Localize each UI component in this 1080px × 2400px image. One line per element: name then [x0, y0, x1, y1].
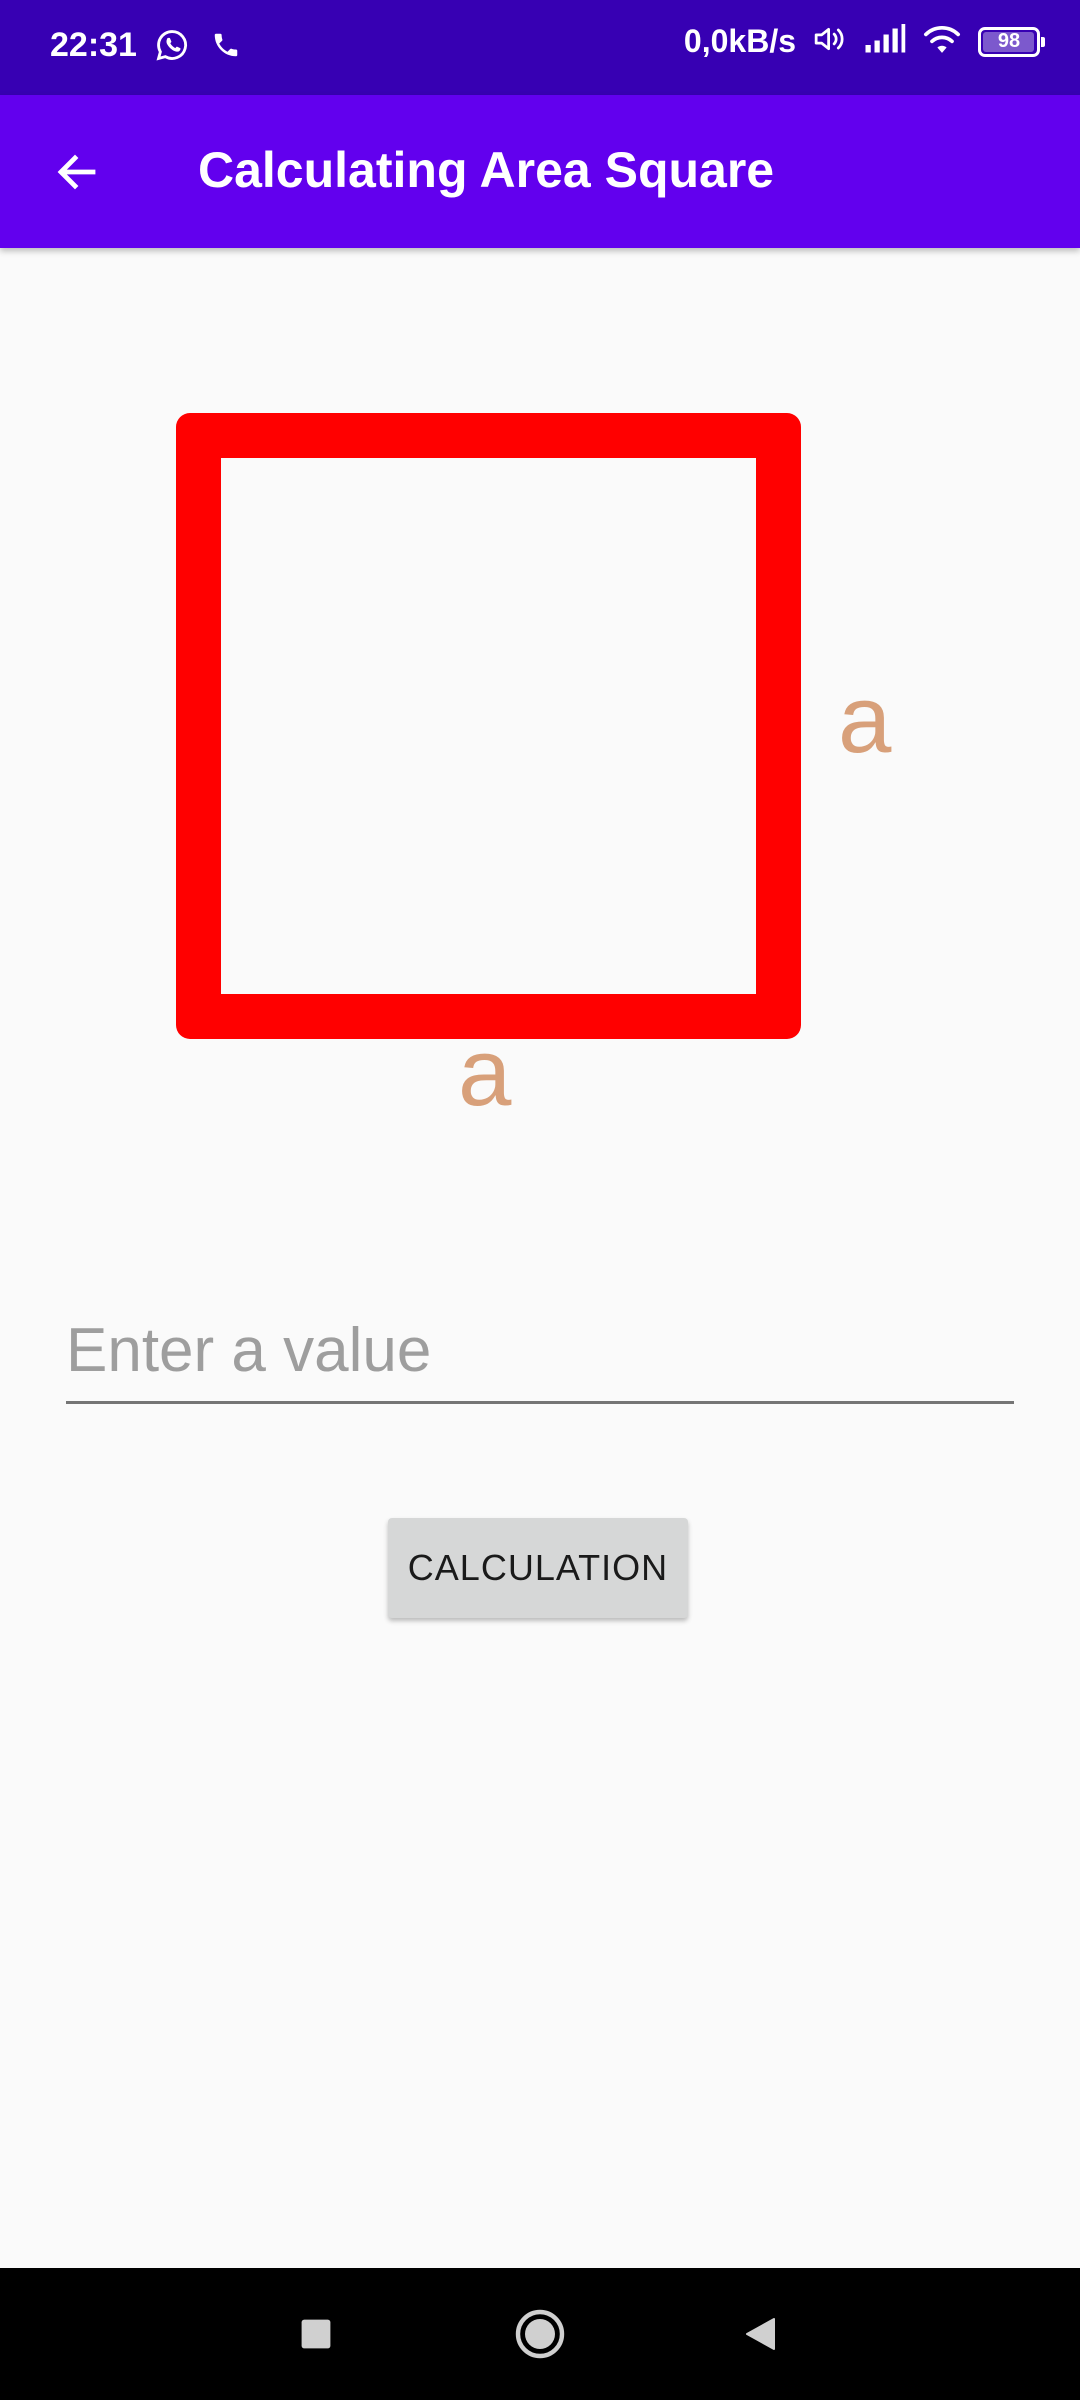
page-title: Calculating Area Square	[198, 142, 775, 198]
network-speed: 0,0kB/s	[683, 23, 796, 59]
battery-level: 98	[997, 30, 1021, 52]
recents-icon	[301, 2319, 331, 2349]
battery-icon: 98	[978, 26, 1045, 57]
phone-icon	[211, 30, 241, 65]
nav-back-button[interactable]	[728, 2302, 792, 2366]
signal-icon	[864, 24, 906, 59]
navigation-bar	[0, 2268, 1080, 2400]
notification-icons	[155, 28, 241, 67]
side-label-right: a	[838, 666, 892, 773]
value-input[interactable]	[66, 1300, 1014, 1404]
home-button[interactable]	[508, 2302, 572, 2366]
arrow-back-icon	[57, 154, 96, 190]
square-diagram	[176, 413, 801, 1039]
back-icon	[746, 2318, 775, 2350]
back-button[interactable]	[44, 139, 110, 205]
side-label-bottom: a	[458, 1019, 512, 1126]
home-icon	[515, 2309, 565, 2359]
whatsapp-icon	[155, 28, 189, 67]
status-bar: 22:31 0,0kB/s 98	[0, 0, 1080, 95]
calculation-button[interactable]: CALCULATION	[388, 1518, 688, 1618]
status-time: 22:31	[50, 26, 137, 64]
volume-icon	[812, 22, 848, 61]
system-indicators: 0,0kB/s 98	[683, 22, 1045, 61]
app-bar: Calculating Area Square	[0, 95, 1080, 248]
wifi-icon	[922, 23, 962, 60]
recents-button[interactable]	[284, 2302, 348, 2366]
